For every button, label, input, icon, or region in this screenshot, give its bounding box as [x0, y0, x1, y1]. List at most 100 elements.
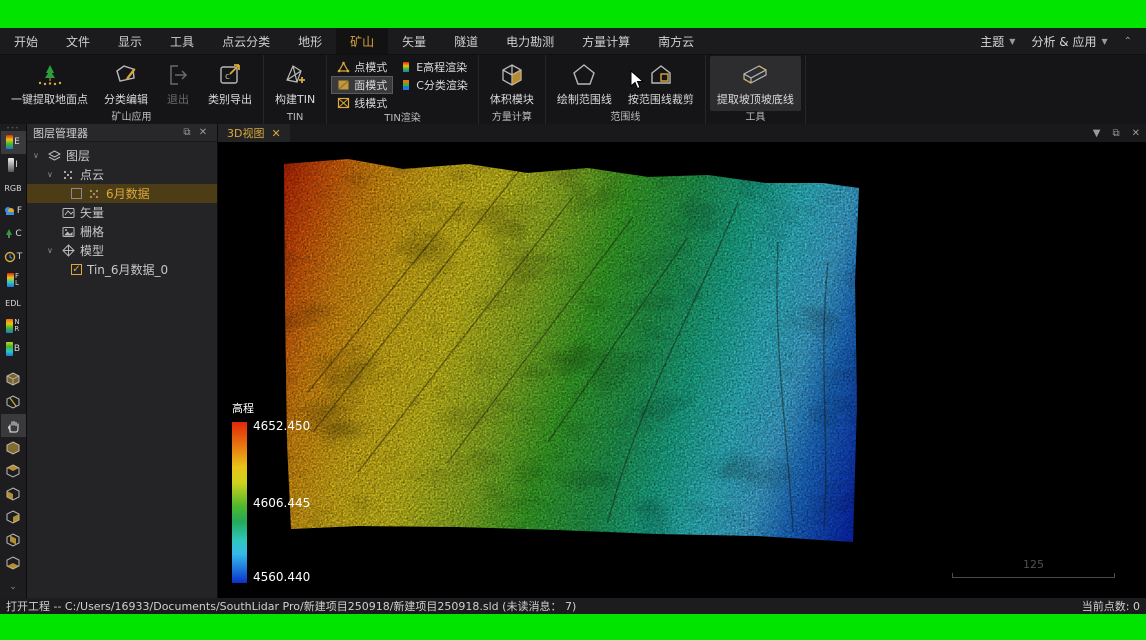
edl-render-mode-button[interactable]: EDL [1, 292, 26, 315]
cube-face-right-button[interactable] [1, 506, 26, 529]
button-label: 分类编辑 [104, 91, 148, 107]
menu-pointcloud-classify[interactable]: 点云分类 [208, 28, 284, 54]
build-tin-button[interactable]: 构建TIN [268, 56, 322, 111]
tin-mesh-icon [281, 59, 309, 91]
cloud-icon [4, 205, 16, 217]
ribbon-filler [806, 55, 1146, 124]
tree-label: Tin_6月数据_0 [87, 261, 168, 278]
tree-row-pointcloud[interactable]: ∨ 点云 [27, 165, 217, 184]
menu-tools[interactable]: 工具 [156, 28, 208, 54]
clip-box-tool-button[interactable] [1, 391, 26, 414]
time-render-mode-button[interactable]: T [1, 246, 26, 269]
menu-vector[interactable]: 矢量 [388, 28, 440, 54]
menubar: 开始 文件 显示 工具 点云分类 地形 矿山 矢量 隧道 电力勘测 方量计算 南… [0, 28, 1146, 55]
exit-icon [164, 59, 192, 91]
extract-slope-lines-button[interactable]: 提取坡顶坡底线 [710, 56, 801, 111]
mode-label: L [15, 280, 19, 287]
tree-row-vector[interactable]: 矢量 [27, 203, 217, 222]
menu-mine[interactable]: 矿山 [336, 28, 388, 54]
gradient-swatch [7, 273, 14, 287]
classification-render-mode-button[interactable]: C [1, 223, 26, 246]
class-export-button[interactable]: c 类别导出 [201, 56, 259, 111]
visibility-checkbox-unchecked[interactable] [71, 188, 82, 199]
chevron-down-icon[interactable]: ∨ [47, 246, 56, 255]
tree-row-raster[interactable]: 栅格 [27, 222, 217, 241]
menubar-spacer [708, 28, 980, 54]
tab-3d-view[interactable]: 3D视图 ✕ [218, 124, 290, 142]
tab-list-icon[interactable]: ▼ [1087, 128, 1107, 139]
strip-overflow-button[interactable]: ⌄ [1, 575, 26, 598]
volume-module-button[interactable]: 体积模块 [483, 56, 541, 111]
elevation-render-mode-button[interactable]: E [1, 131, 26, 154]
app-window: 开始 文件 显示 工具 点云分类 地形 矿山 矢量 隧道 电力勘测 方量计算 南… [0, 0, 1146, 640]
extract-ground-button[interactable]: 一键提取地面点 [4, 56, 95, 111]
b-render-mode-button[interactable]: B [1, 338, 26, 361]
close-tab-icon[interactable]: ✕ [271, 127, 280, 140]
chevron-down-icon[interactable]: ∨ [33, 151, 42, 160]
clip-boundary-icon [647, 59, 675, 91]
close-view-icon[interactable]: ✕ [1126, 128, 1146, 139]
group-label: 矿山应用 [0, 111, 263, 124]
ribbon-collapse-icon[interactable]: ⌃ [1124, 36, 1132, 47]
pan-tool-button[interactable] [1, 414, 26, 437]
menu-power-survey[interactable]: 电力勘测 [492, 28, 568, 54]
cube-left-face-icon [5, 487, 21, 502]
elevation-render-button[interactable]: E高程渲染 [395, 58, 474, 76]
tree-row-model[interactable]: ∨ 模型 [27, 241, 217, 260]
nr-render-mode-button[interactable]: NR [1, 315, 26, 338]
class-render-icon [401, 79, 412, 91]
close-panel-icon[interactable]: ✕ [195, 127, 211, 138]
ribbon-group-volume: 体积模块 方量计算 [479, 55, 546, 124]
quit-button[interactable]: 退出 [157, 56, 199, 111]
render-canvas[interactable]: 高程 4652.450 4606.445 4560.440 125 [218, 142, 1146, 598]
tree-row-tin-model[interactable]: ✓ Tin_6月数据_0 [27, 260, 217, 279]
face-mode-button[interactable]: 面模式 [331, 76, 393, 94]
classify-edit-button[interactable]: 分类编辑 [97, 56, 155, 111]
cube-face-front-button[interactable] [1, 529, 26, 552]
class-render-button[interactable]: C分类渲染 [395, 76, 474, 94]
menu-tunnel[interactable]: 隧道 [440, 28, 492, 54]
fl-render-mode-button[interactable]: FL [1, 269, 26, 292]
cube-face-top-button[interactable] [1, 460, 26, 483]
cube-face-all-button[interactable] [1, 437, 26, 460]
analysis-app-dropdown[interactable]: 分析 & 应用 ▼ [1031, 33, 1107, 50]
gradient-swatch [6, 319, 13, 333]
status-point-count: 当前点数: 0 [1082, 598, 1140, 614]
terrain-pointcloud [218, 142, 1146, 598]
rgb-render-mode-button[interactable]: RGB [1, 177, 26, 200]
legend-tick-max: 4652.450 [253, 419, 310, 433]
intensity-render-mode-button[interactable]: I [1, 154, 26, 177]
float-view-icon[interactable]: ⧉ [1106, 128, 1125, 139]
menu-terrain[interactable]: 地形 [284, 28, 336, 54]
menu-volume-calc[interactable]: 方量计算 [568, 28, 644, 54]
menu-file[interactable]: 文件 [52, 28, 104, 54]
chevron-down-icon[interactable]: ∨ [47, 170, 56, 179]
tab-label: 3D视图 [227, 125, 264, 141]
cube-face-bottom-button[interactable] [1, 552, 26, 575]
line-mode-button[interactable]: 线模式 [331, 94, 393, 112]
tree-row-layers[interactable]: ∨ 图层 [27, 146, 217, 165]
cube-face-left-button[interactable] [1, 483, 26, 506]
menu-start[interactable]: 开始 [0, 28, 52, 54]
menu-south-cloud[interactable]: 南方云 [644, 28, 708, 54]
menu-display[interactable]: 显示 [104, 28, 156, 54]
theme-dropdown[interactable]: 主题 ▼ [980, 33, 1015, 50]
layer-manager-header: 图层管理器 ⧉ ✕ [27, 124, 217, 142]
float-panel-icon[interactable]: ⧉ [179, 127, 195, 138]
theme-label: 主题 [980, 33, 1004, 50]
f-render-mode-button[interactable]: F [1, 200, 26, 223]
chevron-down-icon: ▼ [1009, 37, 1015, 46]
tree-label: 矢量 [80, 204, 104, 221]
layers-icon [47, 150, 61, 162]
scale-bar: 125 [952, 558, 1115, 578]
button-label: C分类渲染 [416, 77, 468, 93]
select-box-tool-button[interactable] [1, 369, 26, 392]
draw-boundary-button[interactable]: 绘制范围线 [550, 56, 619, 111]
slope-wedge-icon [740, 59, 770, 91]
button-label: E高程渲染 [416, 59, 467, 75]
tree-row-june-data[interactable]: 6月数据 [27, 184, 217, 203]
polygon-pencil-icon [112, 59, 140, 91]
button-label: 绘制范围线 [557, 91, 612, 107]
visibility-checkbox-checked[interactable]: ✓ [71, 264, 82, 275]
point-mode-button[interactable]: 点模式 [331, 58, 393, 76]
